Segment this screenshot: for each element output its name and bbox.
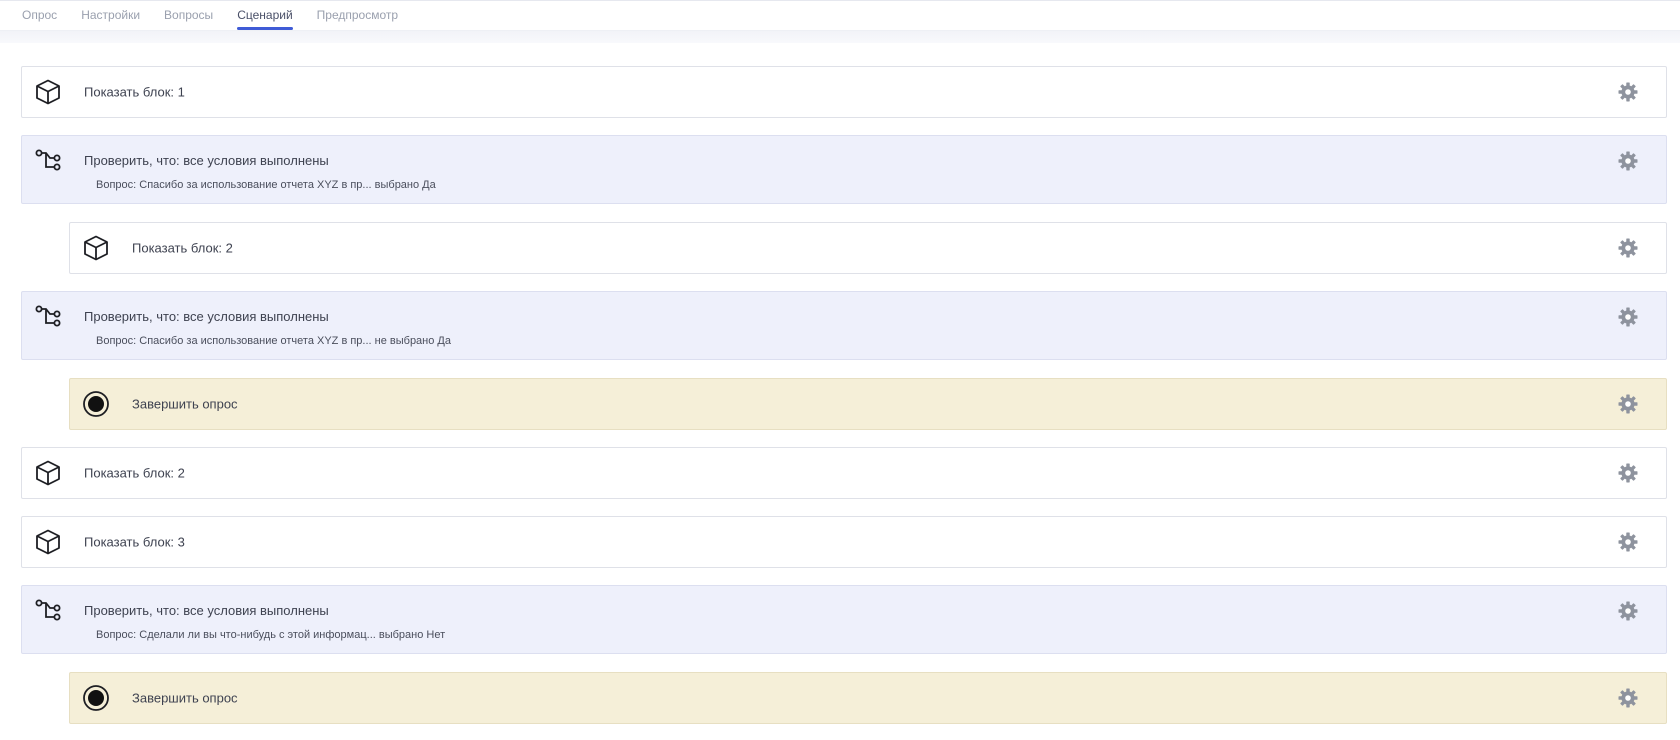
condition-detail: Вопрос: Сделали ли вы что-нибудь с этой …: [96, 629, 446, 641]
gear-icon[interactable]: [1618, 151, 1638, 171]
gear-icon[interactable]: [1618, 688, 1638, 708]
stop-circle-icon: [81, 389, 111, 419]
condition-detail: Вопрос: Спасибо за использование отчета …: [96, 335, 451, 347]
show-block-step[interactable]: Показать блок: 3: [21, 516, 1667, 568]
branch-icon: [33, 145, 63, 175]
branch-icon: [33, 301, 63, 331]
gear-icon[interactable]: [1618, 307, 1638, 327]
gear-icon[interactable]: [1618, 82, 1638, 102]
show-block-step[interactable]: Показать блок: 1: [21, 66, 1667, 118]
cube-icon: [81, 233, 111, 263]
step-label: Показать блок: 3: [84, 534, 185, 550]
show-block-step[interactable]: Показать блок: 2: [69, 222, 1667, 274]
condition-step[interactable]: Проверить, что: все условия выполнены Воп…: [21, 291, 1667, 360]
step-label: Показать блок: 2: [132, 240, 233, 256]
step-label: Проверить, что: все условия выполнены: [84, 603, 329, 618]
tab-list: Опрос Настройки Вопросы Сценарий Предпро…: [0, 1, 1680, 30]
tab-settings[interactable]: Настройки: [81, 1, 140, 30]
tab-scenario[interactable]: Сценарий: [237, 1, 294, 30]
cube-icon: [33, 77, 63, 107]
step-label: Показать блок: 1: [84, 84, 185, 100]
gear-icon[interactable]: [1618, 532, 1638, 552]
step-label: Проверить, что: все условия выполнены: [84, 309, 329, 324]
stop-circle-icon: [81, 683, 111, 713]
branch-icon: [33, 595, 63, 625]
show-block-step[interactable]: Показать блок: 2: [21, 447, 1667, 499]
top-tab-bar: Опрос Настройки Вопросы Сценарий Предпро…: [0, 0, 1680, 31]
cube-icon: [33, 458, 63, 488]
step-label: Завершить опрос: [132, 690, 238, 706]
cube-icon: [33, 527, 63, 557]
gear-icon[interactable]: [1618, 394, 1638, 414]
condition-detail: Вопрос: Спасибо за использование отчета …: [96, 179, 436, 191]
gear-icon[interactable]: [1618, 601, 1638, 621]
condition-step[interactable]: Проверить, что: все условия выполнены Воп…: [21, 135, 1667, 204]
finish-step[interactable]: Завершить опрос: [69, 672, 1667, 724]
step-label: Завершить опрос: [132, 396, 238, 412]
header-shadow: [0, 31, 1680, 43]
gear-icon[interactable]: [1618, 238, 1638, 258]
tab-questions[interactable]: Вопросы: [164, 1, 213, 30]
tab-survey[interactable]: Опрос: [22, 1, 57, 30]
gear-icon[interactable]: [1618, 463, 1638, 483]
condition-step[interactable]: Проверить, что: все условия выполнены Воп…: [21, 585, 1667, 654]
tab-preview[interactable]: Предпросмотр: [317, 1, 398, 30]
step-label: Проверить, что: все условия выполнены: [84, 153, 329, 168]
finish-step[interactable]: Завершить опрос: [69, 378, 1667, 430]
step-label: Показать блок: 2: [84, 465, 185, 481]
